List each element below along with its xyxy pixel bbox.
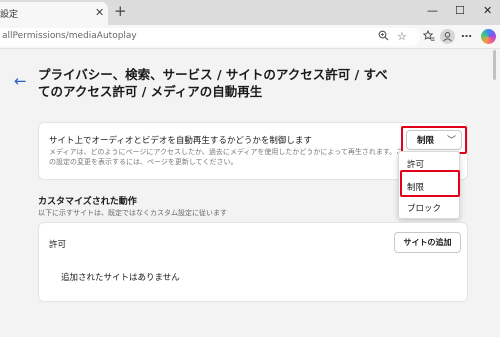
tab-close-icon[interactable]: ✕: [95, 6, 104, 20]
allow-list-card: 許可 サイトの追加 追加されたサイトはありません: [38, 222, 468, 302]
dropdown-option-allow[interactable]: 許可: [407, 158, 424, 170]
back-arrow-icon[interactable]: ←: [14, 72, 27, 90]
minimize-icon[interactable]: —: [427, 4, 438, 18]
empty-list-message: 追加されたサイトはありません: [61, 273, 180, 283]
custom-behavior-description: 以下に示すサイトは、既定ではなくカスタム設定に従います: [38, 209, 227, 217]
window-close-icon[interactable]: ✕: [483, 4, 492, 18]
favorites-icon[interactable]: [422, 29, 435, 46]
star-icon[interactable]: ☆: [397, 30, 407, 44]
custom-behavior-title: カスタマイズされた動作: [38, 197, 137, 207]
new-tab-icon[interactable]: +: [114, 3, 127, 20]
scrollbar[interactable]: [493, 50, 497, 337]
allow-list-label: 許可: [49, 240, 67, 250]
autoplay-setting-title: サイト上でオーディオとビデオを自動再生するかどうかを制御します: [49, 136, 312, 146]
option-highlight-box: [400, 170, 460, 197]
dropdown-option-block[interactable]: ブロック: [407, 202, 441, 214]
scrollbar-thumb[interactable]: [493, 50, 496, 80]
more-icon[interactable]: …: [461, 27, 472, 41]
maximize-icon[interactable]: ☐: [455, 4, 465, 18]
autoplay-setting-description: メディアは、どのようにページにアクセスしたか、過去にメディアを使用したかどうかに…: [49, 148, 404, 166]
copilot-icon[interactable]: [481, 29, 496, 44]
zoom-icon[interactable]: [378, 30, 389, 45]
select-highlight-box: [401, 126, 467, 154]
url-text: allPermissions/mediaAutoplay: [2, 31, 137, 41]
tab-settings[interactable]: 設定 ✕: [0, 2, 108, 25]
tab-bar: 設定 ✕ + — ☐ ✕: [0, 0, 500, 25]
tab-title: 設定: [0, 10, 19, 20]
profile-icon[interactable]: [440, 29, 455, 44]
url-field[interactable]: allPermissions/mediaAutoplay ☆: [0, 28, 420, 46]
breadcrumb: プライバシー、検索、サービス / サイトのアクセス許可 / すべてのアクセス許可…: [38, 67, 388, 99]
address-bar: allPermissions/mediaAutoplay ☆ …: [0, 25, 500, 49]
add-site-button[interactable]: サイトの追加: [394, 232, 461, 253]
